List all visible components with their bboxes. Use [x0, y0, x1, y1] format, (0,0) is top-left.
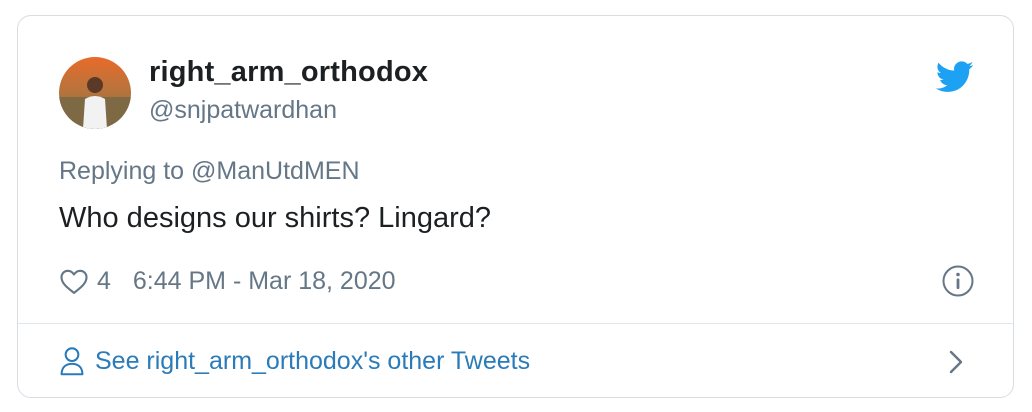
like-count[interactable]: 4 — [97, 267, 111, 296]
see-other-tweets-label[interactable]: See right_arm_orthodox's other Tweets — [95, 347, 530, 376]
replying-to-line: Replying to @ManUtdMEN — [59, 157, 360, 186]
see-other-tweets-link[interactable]: See right_arm_orthodox's other Tweets — [59, 344, 530, 378]
tweet-meta: 4 6:44 PM - Mar 18, 2020 — [59, 264, 396, 298]
replying-to-mention[interactable]: @ManUtdMEN — [191, 157, 359, 185]
avatar[interactable] — [59, 57, 131, 129]
user-handle[interactable]: @snjpatwardhan — [149, 96, 337, 125]
twitter-bird-icon[interactable] — [936, 61, 974, 93]
person-icon — [60, 347, 84, 376]
info-icon[interactable] — [941, 264, 975, 298]
avatar-photo — [59, 57, 131, 129]
divider — [18, 323, 1013, 324]
tweet-card: right_arm_orthodox @snjpatwardhan Replyi… — [17, 15, 1014, 398]
heart-icon[interactable] — [59, 267, 89, 295]
display-name[interactable]: right_arm_orthodox — [149, 56, 428, 89]
replying-prefix: Replying to — [59, 157, 185, 185]
timestamp[interactable]: 6:44 PM - Mar 18, 2020 — [133, 267, 396, 296]
chevron-right-icon[interactable] — [946, 348, 966, 376]
tweet-text: Who designs our shirts? Lingard? — [59, 202, 492, 234]
